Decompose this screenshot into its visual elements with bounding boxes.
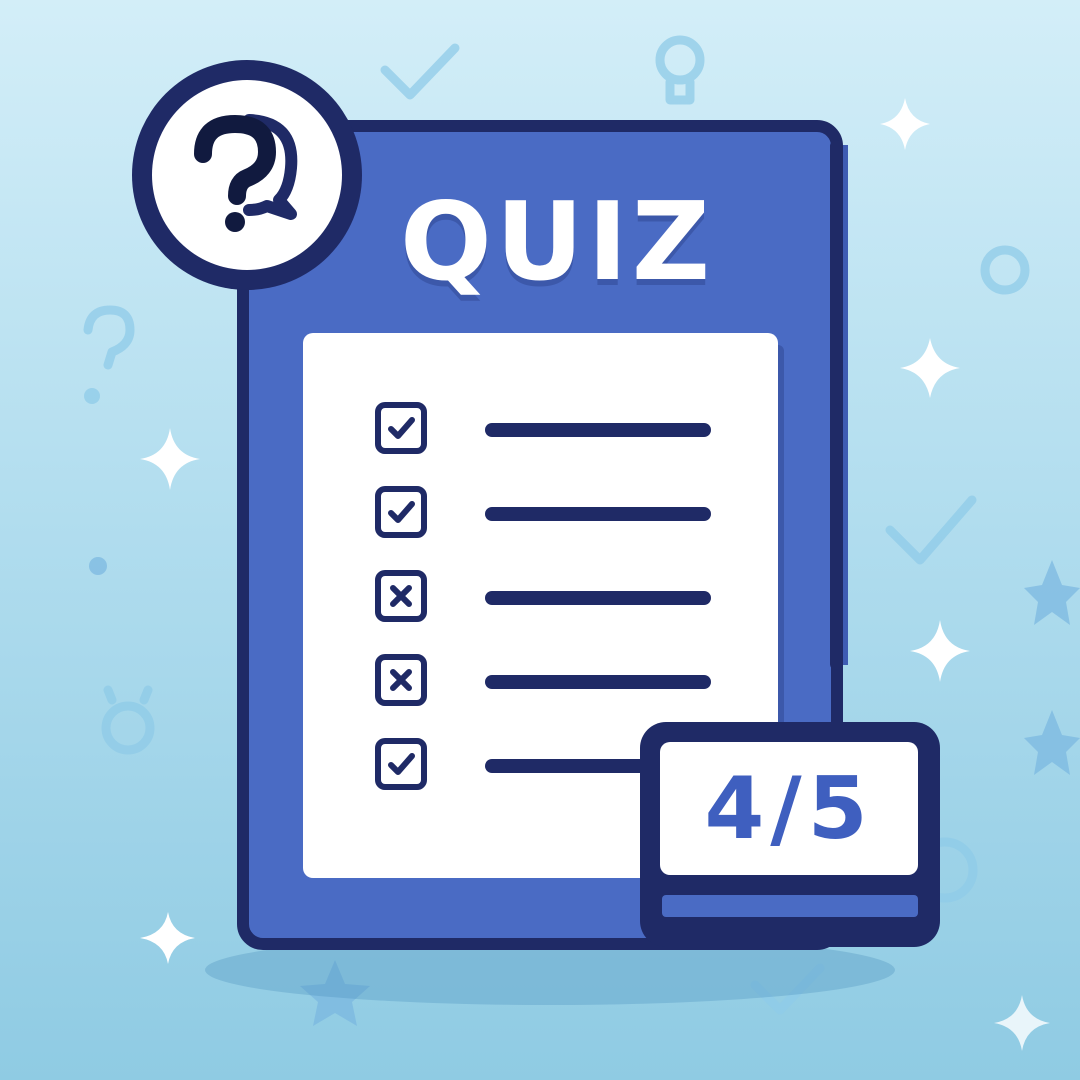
sparkle-icon [900, 338, 960, 398]
score-display: 4/5 [660, 742, 918, 875]
faint-check-icon [885, 495, 977, 565]
crossed-box [375, 654, 427, 706]
faint-check-icon [380, 43, 460, 100]
faint-question-icon [83, 305, 135, 370]
question-row [375, 402, 715, 462]
answer-line [485, 423, 711, 437]
check-icon [388, 417, 415, 439]
question-badge-inner [152, 80, 342, 270]
cross-icon [390, 669, 412, 691]
sparkle-icon [880, 98, 930, 150]
checked-box [375, 486, 427, 538]
question-row [375, 570, 715, 630]
quiz-illustration: QUIZ 4/5 [0, 0, 1080, 1080]
faint-bulb-icon [101, 701, 155, 755]
score-badge-strip [662, 895, 918, 917]
sparkle-icon [140, 912, 195, 964]
check-icon [388, 501, 415, 523]
faint-bulb-icon [980, 245, 1030, 295]
quiz-title: QUIZ [400, 180, 715, 305]
card-ridge [830, 140, 842, 670]
checked-box [375, 402, 427, 454]
faint-bulb-icon [655, 35, 705, 85]
faint-dot [89, 557, 107, 575]
faint-star-icon [1024, 560, 1080, 625]
answer-line [485, 591, 711, 605]
crossed-box [375, 570, 427, 622]
checked-box [375, 738, 427, 790]
faint-star-icon [1024, 710, 1080, 775]
question-chat-icon [194, 114, 298, 232]
check-icon [388, 753, 415, 775]
answer-line [485, 675, 711, 689]
cross-icon [390, 585, 412, 607]
score-text: 4/5 [704, 758, 874, 859]
question-row [375, 654, 715, 714]
sparkle-icon [994, 995, 1050, 1051]
answer-line [485, 507, 711, 521]
sparkle-icon [910, 620, 970, 682]
faint-question-dot [84, 388, 100, 404]
question-row [375, 486, 715, 546]
sparkle-icon [140, 428, 200, 490]
